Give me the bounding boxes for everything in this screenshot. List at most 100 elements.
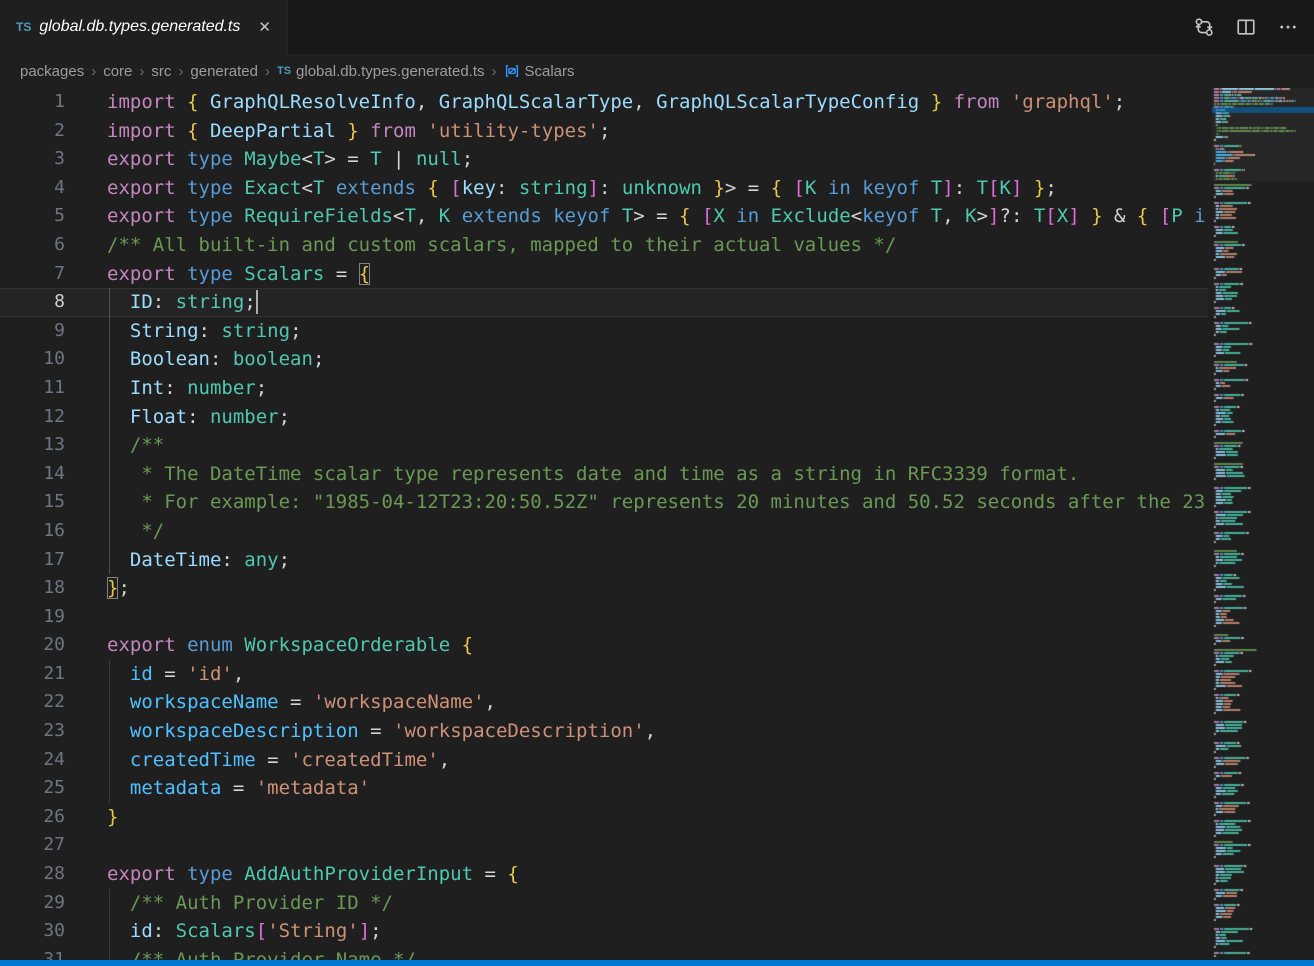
more-actions-icon[interactable] [1278, 17, 1298, 37]
line-content: workspaceName = 'workspaceName', [107, 688, 1208, 717]
code-line-6[interactable]: 6 /** All built-in and custom scalars, ma… [0, 231, 1208, 260]
breadcrumb-item-src[interactable]: src [151, 63, 171, 80]
code-lines[interactable]: 1 import { GraphQLResolveInfo, GraphQLSca… [0, 88, 1208, 960]
typescript-file-icon: TS [16, 20, 31, 34]
code-line-21[interactable]: 21 id = 'id', [0, 660, 1208, 689]
code-line-13[interactable]: 13 /** [0, 431, 1208, 460]
code-line-28[interactable]: 28 export type AddAuthProviderInput = { [0, 860, 1208, 889]
code-line-7[interactable]: 7export type Scalars = { [0, 260, 1208, 289]
line-number: 18 [0, 574, 65, 603]
code-line-25[interactable]: 25 metadata = 'metadata' [0, 774, 1208, 803]
code-line-29[interactable]: 29 /** Auth Provider ID */ [0, 889, 1208, 918]
line-content: /** Auth Provider Name */ [107, 946, 1208, 960]
breadcrumb-separator: › [139, 63, 144, 80]
code-line-11[interactable]: 11 Int: number; [0, 374, 1208, 403]
code-line-9[interactable]: 9 String: string; [0, 317, 1208, 346]
minimap[interactable] [1212, 88, 1314, 960]
breadcrumb-label: src [151, 63, 171, 80]
line-number: 26 [0, 803, 65, 832]
symbol-type-icon [504, 63, 520, 79]
breadcrumb-item-core[interactable]: core [103, 63, 132, 80]
line-number: 5 [0, 202, 65, 231]
line-number: 1 [0, 88, 65, 117]
indent-guide [109, 660, 110, 803]
line-content [107, 603, 1208, 632]
code-line-31[interactable]: 31 /** Auth Provider Name */ [0, 946, 1208, 960]
line-number: 29 [0, 889, 65, 918]
code-line-5[interactable]: 5export type RequireFields<T, K extends … [0, 202, 1208, 231]
code-line-24[interactable]: 24 createdTime = 'createdTime', [0, 746, 1208, 775]
code-line-30[interactable]: 30 id: Scalars['String']; [0, 917, 1208, 946]
breadcrumb-label: global.db.types.generated.ts [296, 63, 484, 80]
code-line-8[interactable]: 8 ID: string; [0, 288, 1208, 317]
code-line-17[interactable]: 17 DateTime: any; [0, 546, 1208, 575]
tab-filename: global.db.types.generated.ts [39, 18, 240, 36]
line-content: export type Exact<T extends { [key: stri… [107, 174, 1208, 203]
line-number: 3 [0, 145, 65, 174]
code-line-3[interactable]: 3 export type Maybe<T> = T | null; [0, 145, 1208, 174]
indent-guide [109, 889, 110, 960]
line-content: metadata = 'metadata' [107, 774, 1208, 803]
line-content: export type Maybe<T> = T | null; [107, 145, 1208, 174]
breadcrumb-item-generated[interactable]: generated [190, 63, 258, 80]
line-number: 28 [0, 860, 65, 889]
code-line-4[interactable]: 4 export type Exact<T extends { [key: str… [0, 174, 1208, 203]
line-number: 6 [0, 231, 65, 260]
breadcrumb-item-global-db-types-generated-ts[interactable]: TS global.db.types.generated.ts [277, 63, 485, 80]
line-content: ID: string; [107, 288, 1208, 317]
code-line-12[interactable]: 12 Float: number; [0, 403, 1208, 432]
line-content: /** Auth Provider ID */ [107, 889, 1208, 918]
code-line-19[interactable]: 19 [0, 603, 1208, 632]
line-content: /** [107, 431, 1208, 460]
status-bar [0, 960, 1314, 966]
close-icon[interactable]: ✕ [256, 18, 273, 37]
line-number: 21 [0, 660, 65, 689]
editor-actions [1194, 0, 1314, 54]
line-number: 22 [0, 688, 65, 717]
code-line-1[interactable]: 1 import { GraphQLResolveInfo, GraphQLSca… [0, 88, 1208, 117]
line-number: 31 [0, 946, 65, 960]
code-line-27[interactable]: 27 [0, 831, 1208, 860]
typescript-file-icon: TS [277, 65, 291, 77]
code-line-26[interactable]: 26} [0, 803, 1208, 832]
code-line-22[interactable]: 22 workspaceName = 'workspaceName', [0, 688, 1208, 717]
line-number: 23 [0, 717, 65, 746]
line-content: id: Scalars['String']; [107, 917, 1208, 946]
line-content: /** All built-in and custom scalars, map… [107, 231, 1208, 260]
breadcrumb-label: core [103, 63, 132, 80]
breadcrumb-item-packages[interactable]: packages [20, 63, 84, 80]
line-content: DateTime: any; [107, 546, 1208, 575]
code-line-15[interactable]: 15 * For example: "1985-04-12T23:20:50.5… [0, 488, 1208, 517]
tab-bar: TS global.db.types.generated.ts ✕ [0, 0, 1314, 54]
code-editor[interactable]: 1 import { GraphQLResolveInfo, GraphQLSca… [0, 88, 1314, 960]
line-content: * The DateTime scalar type represents da… [107, 460, 1208, 489]
code-line-20[interactable]: 20 export enum WorkspaceOrderable { [0, 631, 1208, 660]
line-number: 11 [0, 374, 65, 403]
line-number: 13 [0, 431, 65, 460]
code-line-18[interactable]: 18}; [0, 574, 1208, 603]
line-number: 20 [0, 631, 65, 660]
breadcrumb-label: generated [190, 63, 258, 80]
breadcrumb-item-scalars[interactable]: Scalars [504, 63, 575, 80]
code-line-16[interactable]: 16 */ [0, 517, 1208, 546]
line-content: }; [107, 574, 1208, 603]
line-number: 4 [0, 174, 65, 203]
breadcrumb-separator: › [265, 63, 270, 80]
code-line-2[interactable]: 2import { DeepPartial } from 'utility-ty… [0, 117, 1208, 146]
line-content: export type AddAuthProviderInput = { [107, 860, 1208, 889]
line-content: export type Scalars = { [107, 260, 1208, 289]
line-content: import { GraphQLResolveInfo, GraphQLScal… [107, 88, 1208, 117]
line-number: 14 [0, 460, 65, 489]
split-editor-icon[interactable] [1236, 17, 1256, 37]
breadcrumb-label: packages [20, 63, 84, 80]
line-content: String: string; [107, 317, 1208, 346]
code-line-10[interactable]: 10 Boolean: boolean; [0, 345, 1208, 374]
code-line-14[interactable]: 14 * The DateTime scalar type represents… [0, 460, 1208, 489]
compare-changes-icon[interactable] [1194, 17, 1214, 37]
line-number: 8 [0, 288, 65, 317]
indent-guide [109, 288, 110, 574]
code-line-23[interactable]: 23 workspaceDescription = 'workspaceDesc… [0, 717, 1208, 746]
tab-global-db-types-generated[interactable]: TS global.db.types.generated.ts ✕ [0, 0, 288, 54]
line-content: export enum WorkspaceOrderable { [107, 631, 1208, 660]
line-number: 17 [0, 546, 65, 575]
